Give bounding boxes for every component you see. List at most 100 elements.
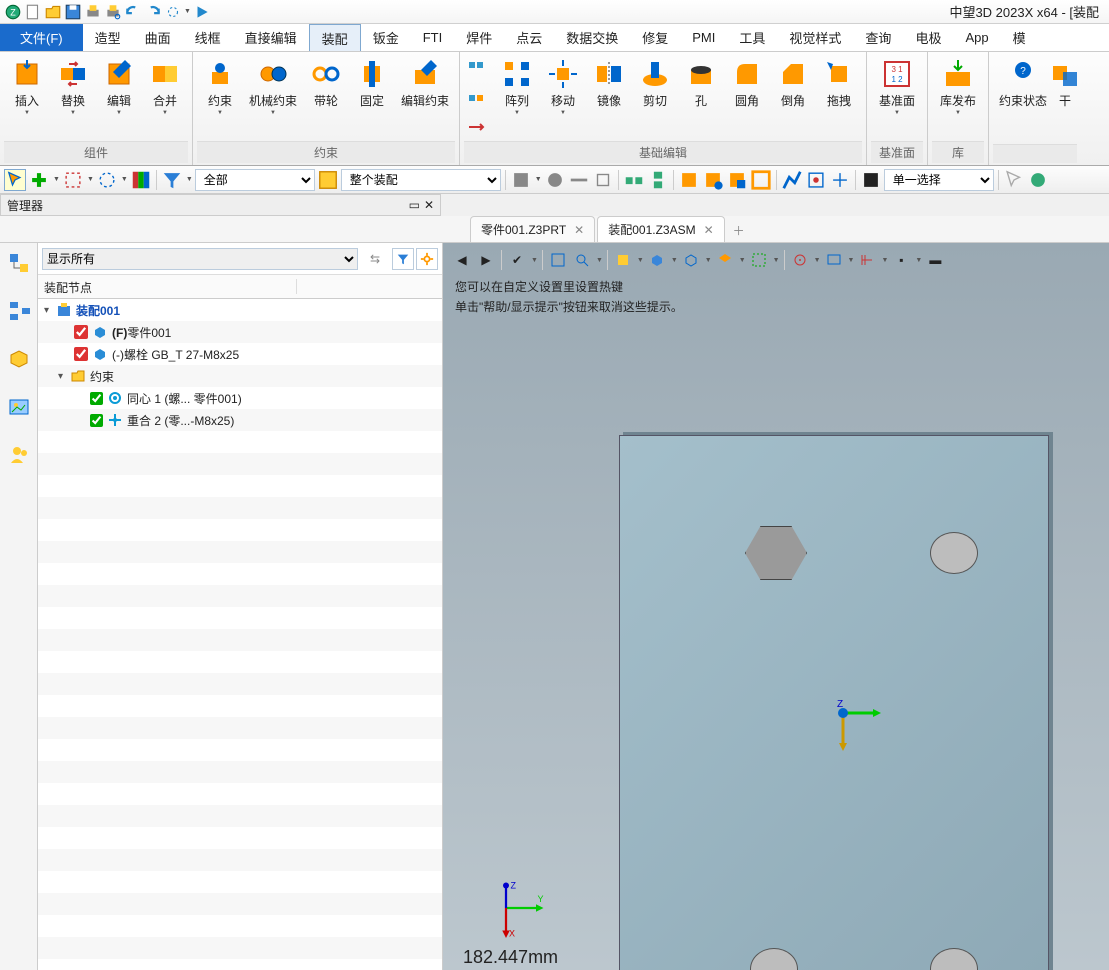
mech-constraint-button[interactable]: 机械约束▼ [243,54,303,141]
app-logo-icon[interactable]: Z [4,3,22,21]
tb-icon-e[interactable] [623,169,645,191]
constraint-status-button[interactable]: ?约束状态 [993,54,1053,144]
assembly-scope-icon[interactable] [317,169,339,191]
display-filter-select[interactable]: 显示所有 [42,248,358,270]
visibility-checkbox[interactable] [90,392,103,405]
filter-select-2[interactable]: 整个装配 [341,169,501,191]
pattern-button[interactable]: 阵列▼ [494,54,540,141]
close-icon[interactable]: ✕ [704,223,714,237]
print-icon[interactable] [84,3,102,21]
small-btn-1[interactable] [464,58,488,80]
vp-align-icon[interactable] [856,249,878,271]
lib-publish-button[interactable]: 库发布▼ [932,54,984,141]
vp-zoom-icon[interactable] [571,249,593,271]
insert-button[interactable]: 插入▼ [4,54,50,141]
vp-more-icon[interactable]: ▪ [890,249,912,271]
merge-button[interactable]: 合并▼ [142,54,188,141]
drag-button[interactable]: 拖拽 [816,54,862,141]
menu-app[interactable]: App [953,24,1000,51]
new-icon[interactable] [24,3,42,21]
rail-image-icon[interactable] [5,393,33,421]
print-preview-icon[interactable] [104,3,122,21]
mirror-button[interactable]: 镜像 [586,54,632,141]
hole[interactable] [930,948,978,970]
vp-shade-icon[interactable] [612,249,634,271]
menu-surface[interactable]: 曲面 [133,24,183,51]
tree-node-constraint[interactable]: 同心 1 (螺... 零件001) [38,387,442,409]
tb-icon-k[interactable] [781,169,803,191]
tb-icon-l[interactable] [805,169,827,191]
rail-solid-icon[interactable] [5,345,33,373]
redo-icon[interactable] [144,3,162,21]
tb-icon-g[interactable] [678,169,700,191]
interfere-button[interactable]: 干 [1053,54,1077,144]
menu-mode[interactable]: 模 [1001,24,1038,51]
vp-check-icon[interactable]: ✔ [506,249,528,271]
menu-weld[interactable]: 焊件 [454,24,504,51]
filter-icon[interactable] [161,169,183,191]
hole-button[interactable]: 孔 [678,54,724,141]
edit-button[interactable]: 编辑▼ [96,54,142,141]
tb-icon-n[interactable] [860,169,882,191]
menu-assembly[interactable]: 装配 [309,24,361,51]
constraint-button[interactable]: 约束▼ [197,54,243,141]
undo-icon[interactable] [124,3,142,21]
datum-plane-button[interactable]: 3 11 2基准面▼ [871,54,923,141]
tree-node-root[interactable]: ▾ 装配001 [38,299,442,321]
doc-tab-part[interactable]: 零件001.Z3PRT✕ [470,216,595,242]
vp-geom-icon[interactable] [714,249,736,271]
add-sel-icon[interactable] [28,169,50,191]
rail-hierarchy-icon[interactable] [5,297,33,325]
play-icon[interactable] [193,3,211,21]
settings-icon[interactable] [416,248,438,270]
tree-node-constraint[interactable]: 重合 2 (零...-M8x25) [38,409,442,431]
menu-visual[interactable]: 视觉样式 [777,24,853,51]
small-btn-3[interactable] [464,116,488,138]
hole[interactable] [750,948,798,970]
vp-wireframe-icon[interactable] [680,249,702,271]
rect-sel-icon[interactable] [62,169,84,191]
filter-icon[interactable] [392,248,414,270]
view-axis-triad-icon[interactable]: Y X Z [491,878,551,938]
tb-icon-m[interactable] [829,169,851,191]
doc-tab-asm[interactable]: 装配001.Z3ASM✕ [597,216,724,242]
menu-pmi[interactable]: PMI [680,24,727,51]
menu-query[interactable]: 查询 [853,24,903,51]
menu-sheetmetal[interactable]: 钣金 [361,24,411,51]
3d-viewport[interactable]: ◀ ▶ ✔▼ ▼ ▼ ▼ ▼ ▼ ▼ ▼ ▼ ▼ ▪▼ ▬ 您可以在自定义设置里… [443,243,1109,970]
cut-button[interactable]: 剪切 [632,54,678,141]
menu-electrode[interactable]: 电极 [903,24,953,51]
close-icon[interactable]: ✕ [574,223,584,237]
edit-constraint-button[interactable]: 编辑约束 [395,54,455,141]
fit-icon[interactable] [164,3,182,21]
chamfer-button[interactable]: 倒角 [770,54,816,141]
panel-minimize-icon[interactable]: ▭ [409,198,420,212]
vp-zoom-fit-icon[interactable] [547,249,569,271]
menu-pointcloud[interactable]: 点云 [504,24,554,51]
tb-icon-p[interactable] [1027,169,1049,191]
visibility-checkbox[interactable] [74,347,88,361]
menu-fti[interactable]: FTI [411,24,455,51]
tb-icon-a[interactable] [510,169,532,191]
move-button[interactable]: 移动▼ [540,54,586,141]
tb-icon-j[interactable] [750,169,772,191]
lasso-sel-icon[interactable] [96,169,118,191]
tb-icon-d[interactable] [592,169,614,191]
panel-close-icon[interactable]: ✕ [424,198,434,212]
menu-model[interactable]: 造型 [83,24,133,51]
visibility-checkbox[interactable] [90,414,103,427]
tb-icon-i[interactable] [726,169,748,191]
belt-button[interactable]: 带轮 [303,54,349,141]
vp-iso-icon[interactable] [646,249,668,271]
save-icon[interactable] [64,3,82,21]
tb-icon-f[interactable] [647,169,669,191]
menu-repair[interactable]: 修复 [630,24,680,51]
cursor-icon[interactable] [4,169,26,191]
rail-user-icon[interactable] [5,441,33,469]
tree-node-part[interactable]: (-)螺栓 GB_T 27-M8x25 [38,343,442,365]
hole[interactable] [930,532,978,574]
add-tab-icon[interactable]: ＋ [727,218,751,242]
menu-tools[interactable]: 工具 [727,24,777,51]
vp-fwd-icon[interactable]: ▶ [475,249,497,271]
replace-button[interactable]: 替换▼ [50,54,96,141]
